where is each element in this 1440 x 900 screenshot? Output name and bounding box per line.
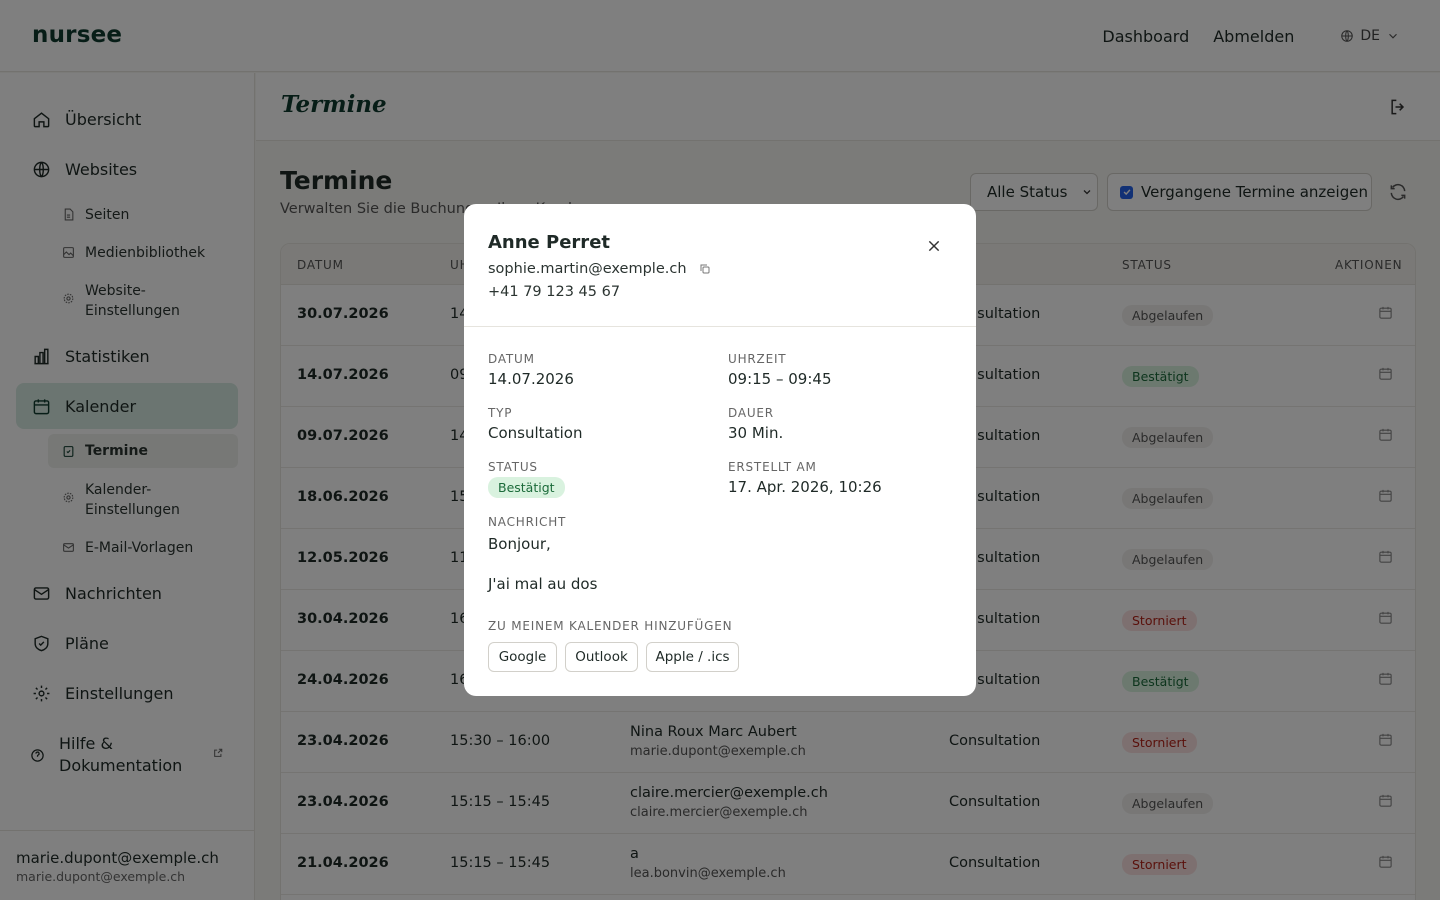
client-email-row: sophie.martin@exemple.ch <box>488 261 711 277</box>
time-label: UHRZEIT <box>728 352 787 366</box>
message-line: J'ai mal au dos <box>488 575 598 593</box>
date-value: 14.07.2026 <box>488 370 574 388</box>
client-email: sophie.martin@exemple.ch <box>488 261 687 277</box>
date-label: DATUM <box>488 352 535 366</box>
appointment-detail-modal: Anne Perret sophie.martin@exemple.ch +41… <box>464 204 976 696</box>
duration-value: 30 Min. <box>728 424 784 442</box>
type-value: Consultation <box>488 424 583 442</box>
status-badge: Bestätigt <box>488 477 565 498</box>
client-phone: +41 79 123 45 67 <box>488 284 621 300</box>
outlook-calendar-button[interactable]: Outlook <box>565 642 638 672</box>
created-value: 17. Apr. 2026, 10:26 <box>728 478 882 496</box>
time-value: 09:15 – 09:45 <box>728 370 832 388</box>
created-label: ERSTELLT AM <box>728 460 817 474</box>
client-name: Anne Perret <box>488 232 611 253</box>
copy-icon[interactable] <box>699 263 711 275</box>
status-label: STATUS <box>488 460 538 474</box>
add-to-calendar-label: ZU MEINEM KALENDER HINZUFÜGEN <box>488 619 733 633</box>
google-calendar-button[interactable]: Google <box>488 642 557 672</box>
message-line: Bonjour, <box>488 535 551 553</box>
divider <box>464 326 976 327</box>
message-label: NACHRICHT <box>488 515 567 529</box>
apple-ics-button[interactable]: Apple / .ics <box>646 642 739 672</box>
type-label: TYP <box>488 406 513 420</box>
duration-label: DAUER <box>728 406 774 420</box>
close-icon[interactable] <box>926 238 942 254</box>
